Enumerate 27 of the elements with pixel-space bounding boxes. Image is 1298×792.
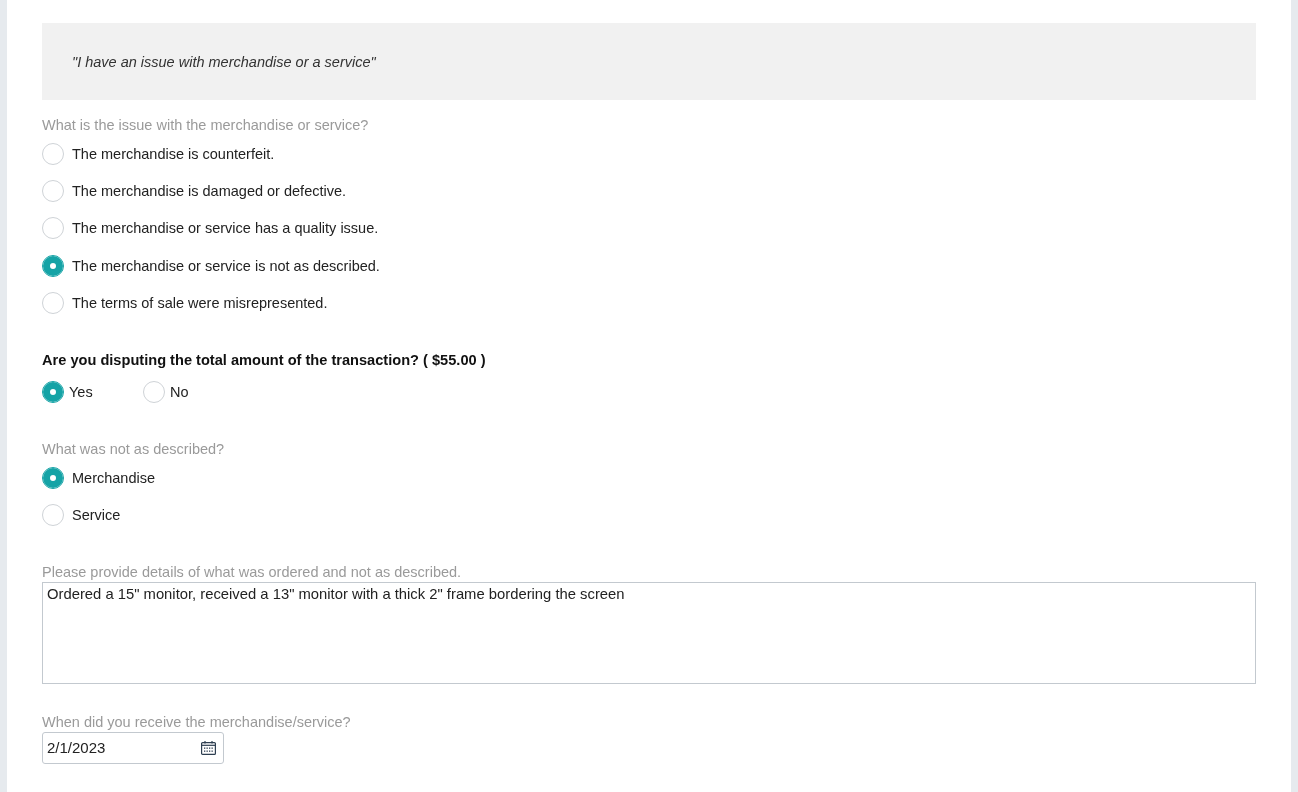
question-label: What was not as described? [42, 439, 225, 459]
option-label[interactable]: The merchandise is counterfeit. [72, 143, 275, 164]
calendar-icon[interactable] [201, 740, 216, 755]
option-label[interactable]: Service [72, 505, 121, 526]
radio-button[interactable] [42, 142, 64, 165]
radio-button[interactable] [42, 180, 64, 203]
question-label: Are you disputing the total amount of the transaction? ( $55.00 ) [42, 350, 486, 370]
question-label: What is the issue with the merchandise or service? [42, 116, 369, 135]
quote-text: "I have an issue with merchandise or a service" [72, 52, 376, 72]
radio-button[interactable] [42, 292, 64, 315]
option-label[interactable]: The merchandise or service has a quality issue. [72, 218, 379, 239]
option-label[interactable]: The merchandise is damaged or defective. [72, 181, 347, 202]
radio-button[interactable] [42, 466, 64, 489]
option-label[interactable]: The terms of sale were misrepresented. [72, 293, 328, 314]
radio-button[interactable] [143, 381, 165, 404]
option-label[interactable]: The merchandise or service is not as described. [72, 255, 380, 276]
option-label[interactable]: Yes [69, 382, 93, 403]
option-label[interactable]: No [170, 382, 189, 403]
option-label[interactable]: Merchandise [72, 467, 155, 488]
details-textarea[interactable]: Ordered a 15" monitor, received a 13" monitor with a thick 2" frame bordering the screen [42, 581, 1256, 684]
question-label: Please provide details of what was ordered and not as described. [42, 562, 462, 582]
radio-button[interactable] [42, 381, 64, 404]
radio-button[interactable] [42, 254, 64, 277]
radio-button[interactable] [42, 504, 64, 527]
radio-button[interactable] [42, 217, 64, 240]
date-field[interactable]: 2/1/2023 [42, 731, 224, 764]
question-label: When did you receive the merchandise/service? [42, 712, 351, 732]
